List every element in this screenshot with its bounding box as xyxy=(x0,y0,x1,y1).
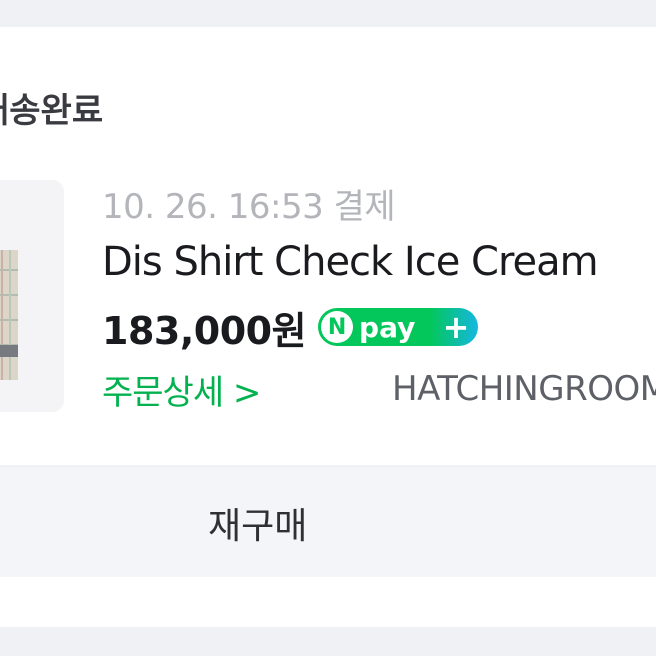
npay-n-icon: N xyxy=(321,311,354,343)
next-card-area xyxy=(0,577,656,627)
product-name[interactable]: Dis Shirt Check Ice Cream xyxy=(102,239,599,285)
npay-label: pay xyxy=(359,310,416,344)
price-row: 183,000원 N pay + xyxy=(102,302,479,353)
seller-name[interactable]: HATCHINGROOM xyxy=(392,369,656,409)
order-date: 10. 26. 16:53 결제 xyxy=(102,187,396,227)
order-status: 배송완료 xyxy=(0,91,104,131)
product-thumbnail[interactable] xyxy=(0,180,64,412)
rebuy-button[interactable]: 재구매 xyxy=(0,467,656,577)
product-price: 183,000원 xyxy=(102,308,307,353)
order-detail-link[interactable]: 주문상세 > xyxy=(102,365,261,414)
rebuy-label: 재구매 xyxy=(208,506,308,547)
npay-plus-icon: + xyxy=(442,308,470,346)
order-card: 배송완료 10. 26. 16:53 결제 Dis Shirt Check Ic… xyxy=(0,27,656,465)
shirt-image xyxy=(0,180,64,412)
npay-badge: N pay + xyxy=(318,308,479,346)
